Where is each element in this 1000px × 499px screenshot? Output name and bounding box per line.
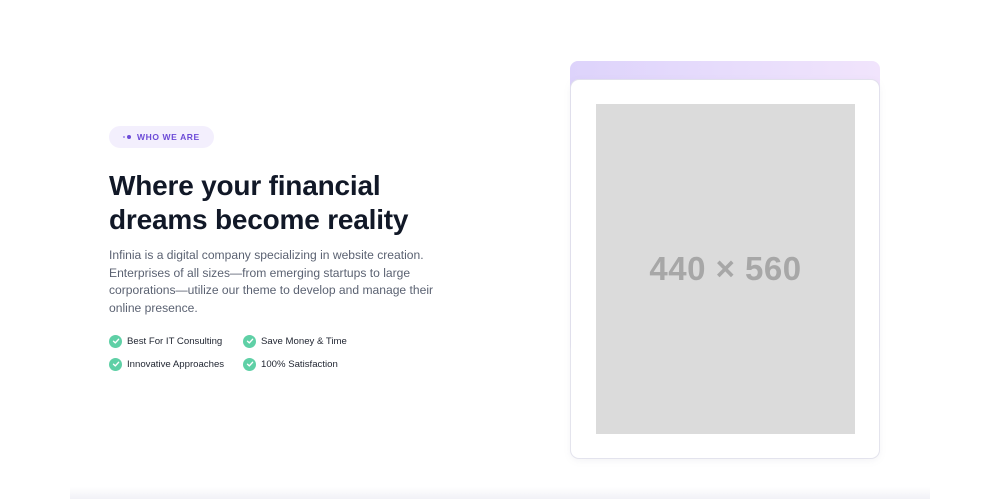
feature-label: Best For IT Consulting — [127, 335, 223, 347]
feature-item: Save Money & Time — [243, 334, 373, 348]
section-badge: WHO WE ARE — [109, 126, 214, 148]
image-placeholder: 440 × 560 — [596, 104, 855, 434]
feature-label: Save Money & Time — [261, 335, 347, 347]
page-title: Where your financial dreams become reali… — [109, 169, 449, 237]
feature-label: 100% Satisfaction — [261, 358, 338, 370]
check-circle-icon — [109, 334, 122, 348]
image-placeholder-label: 440 × 560 — [649, 250, 802, 287]
feature-item: 100% Satisfaction — [243, 357, 373, 371]
check-circle-icon — [109, 357, 122, 371]
section-badge-label: WHO WE ARE — [137, 132, 200, 142]
check-circle-icon — [243, 334, 256, 348]
about-section: WHO WE ARE Where your financial dreams b… — [0, 0, 1000, 499]
section-description: Infinia is a digital company specializin… — [109, 248, 434, 315]
feature-label: Innovative Approaches — [127, 358, 225, 370]
image-card: 440 × 560 — [571, 80, 879, 458]
section-divider — [70, 487, 930, 499]
check-circle-icon — [243, 357, 256, 371]
feature-item: Best For IT Consulting — [109, 334, 243, 348]
page-title-line-2: dreams become reality — [109, 204, 409, 235]
page-title-line-1: Where your financial — [109, 170, 381, 201]
dots-icon — [123, 135, 131, 139]
about-text-column: WHO WE ARE Where your financial dreams b… — [109, 125, 449, 371]
feature-list: Best For IT Consulting Save Money & Time… — [109, 334, 449, 371]
feature-item: Innovative Approaches — [109, 357, 243, 371]
